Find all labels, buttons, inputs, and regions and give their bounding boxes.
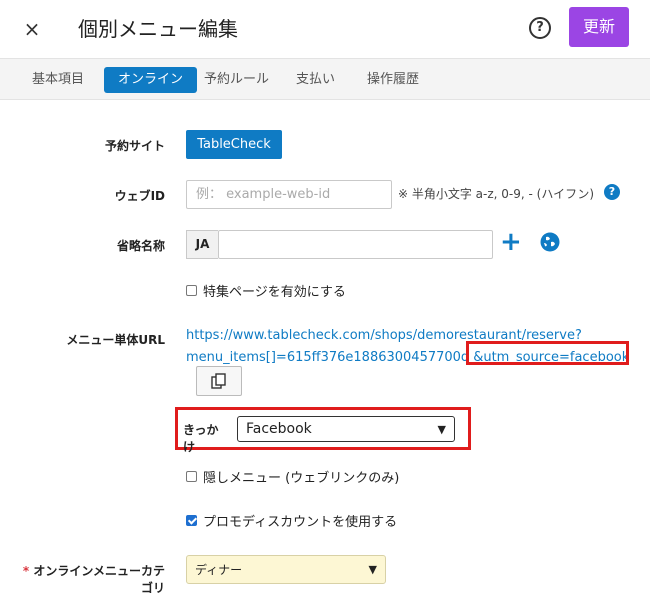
feature-page-label: 特集ページを有効にする bbox=[203, 285, 346, 300]
feature-page-checkbox[interactable] bbox=[186, 285, 197, 296]
site-label: 予約サイト bbox=[104, 139, 165, 153]
copy-icon bbox=[211, 372, 226, 389]
tab-reservation-rules[interactable]: 予約ルール bbox=[190, 67, 283, 93]
feature-page-row[interactable]: 特集ページを有効にする bbox=[186, 281, 346, 300]
promo-label: プロモディスカウントを使用する bbox=[203, 515, 398, 530]
site-tablecheck-button[interactable]: TableCheck bbox=[186, 130, 282, 159]
required-mark: * bbox=[22, 564, 30, 578]
close-button[interactable]: × bbox=[20, 17, 44, 41]
chevron-down-icon: ▼ bbox=[437, 422, 446, 436]
category-label: * オンラインメニューカテゴリ bbox=[20, 562, 165, 596]
category-select[interactable]: ディナー ▼ bbox=[186, 555, 386, 584]
webid-hint: ※ 半角小文字 a-z, 0-9, - (ハイフン) bbox=[398, 187, 595, 201]
webid-label: ウェブID bbox=[114, 189, 165, 203]
hidden-menu-label: 隠しメニュー (ウェブリンクのみ) bbox=[203, 471, 400, 486]
chevron-down-icon: ▼ bbox=[368, 563, 377, 576]
update-button[interactable]: 更新 bbox=[569, 7, 629, 47]
language-badge: JA bbox=[186, 230, 218, 259]
webid-help-icon[interactable]: ? bbox=[604, 184, 620, 200]
category-label-text: オンラインメニューカテゴリ bbox=[33, 564, 165, 595]
kikkake-select[interactable]: Facebook ▼ bbox=[237, 416, 455, 442]
tab-basic[interactable]: 基本項目 bbox=[18, 67, 98, 93]
add-icon[interactable]: + bbox=[500, 229, 522, 255]
shortname-label: 省略名称 bbox=[116, 239, 165, 253]
tab-payment[interactable]: 支払い bbox=[282, 67, 349, 93]
category-value: ディナー bbox=[195, 563, 243, 577]
webid-input[interactable] bbox=[186, 180, 392, 209]
tab-bar: 基本項目 オンライン 予約ルール 支払い 操作履歴 bbox=[0, 58, 650, 100]
page-title: 個別メニュー編集 bbox=[78, 17, 238, 41]
utm-highlight-box bbox=[466, 341, 629, 365]
hidden-menu-row[interactable]: 隠しメニュー (ウェブリンクのみ) bbox=[186, 467, 399, 486]
url-label: メニュー単体URL bbox=[66, 333, 165, 347]
url-menu-items: menu_items[]=615ff376e1886300457700d bbox=[186, 350, 470, 365]
tab-history[interactable]: 操作履歴 bbox=[353, 67, 433, 93]
globe-icon[interactable] bbox=[540, 232, 560, 252]
help-icon[interactable]: ? bbox=[529, 17, 551, 39]
promo-checkbox[interactable] bbox=[186, 515, 197, 526]
tab-online[interactable]: オンライン bbox=[104, 67, 198, 93]
kikkake-label: きっかけ bbox=[183, 423, 219, 454]
shortname-input[interactable] bbox=[218, 230, 493, 259]
promo-row[interactable]: プロモディスカウントを使用する bbox=[186, 511, 397, 530]
kikkake-value: Facebook bbox=[246, 421, 312, 437]
copy-url-button[interactable] bbox=[196, 366, 242, 396]
hidden-menu-checkbox[interactable] bbox=[186, 471, 197, 482]
